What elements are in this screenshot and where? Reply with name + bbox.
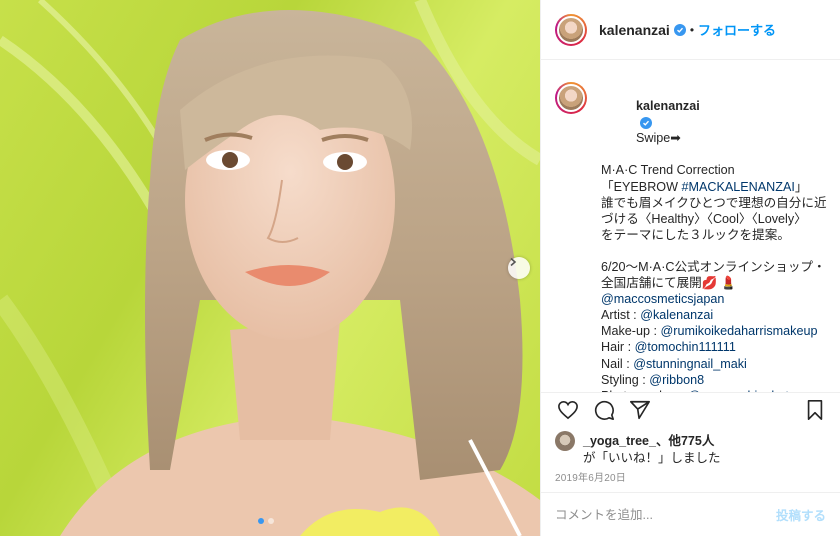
action-bar [541, 392, 840, 432]
verified-badge-icon [673, 23, 686, 36]
caption-section: kalenanzai Swipe➡ M·A·C Trend Correction… [541, 60, 840, 392]
carousel-next-button[interactable] [508, 257, 530, 279]
hashtag-link[interactable]: #MACKALENANZAI [681, 180, 794, 194]
caption-line: Styling : @ribbon8 [601, 372, 828, 388]
likes-count[interactable]: 、他775人 [656, 434, 714, 448]
save-button[interactable] [800, 398, 830, 428]
post-header: kalenanzai • フォローする [541, 0, 840, 60]
post-date[interactable]: 2019年6月20日 [555, 469, 626, 484]
comment-button[interactable] [589, 398, 619, 428]
mention-link[interactable]: @ribbon8 [649, 373, 704, 387]
caption-line: Artist : @kalenanzai [601, 307, 828, 323]
caption-line: Nail : @stunningnail_maki [601, 356, 828, 372]
post-details-panel: kalenanzai • フォローする kalenanzai Swipe➡ M·… [540, 0, 840, 536]
comment-bar: 投稿する [541, 492, 840, 536]
caption-username[interactable]: kalenanzai [636, 99, 700, 113]
separator-dot: • [689, 22, 695, 37]
mention-link[interactable]: @kalenanzai [640, 308, 713, 322]
caption-line: Make-up : @rumikoikedaharrismakeup [601, 323, 828, 339]
caption-line: 全国店舗にて展開💋 💄 [601, 276, 737, 291]
caption-line: 「EYEBROW #MACKALENANZAI」 [601, 179, 828, 195]
portrait-illustration [0, 0, 540, 536]
caption-line: をテーマにした３ルックを提案。 [601, 227, 790, 242]
carousel-dot [258, 518, 264, 524]
caption-lines: M·A·C Trend Correction 「EYEBROW #MACKALEN… [601, 162, 828, 392]
author-avatar[interactable] [555, 13, 587, 46]
caption-text-part: Styling : [601, 372, 650, 387]
heart-icon [557, 400, 579, 425]
share-button[interactable] [625, 398, 655, 428]
liker-avatar[interactable] [555, 431, 575, 451]
caption-text-part: 」 [794, 179, 808, 194]
caption-line: @maccosmeticsjapan [601, 291, 828, 307]
likes-suffix: が「いいね！」しました [583, 451, 721, 465]
post-comment-button[interactable]: 投稿する [776, 505, 826, 524]
post-photo[interactable] [0, 0, 540, 536]
caption-text-part: 「EYEBROW [601, 179, 682, 194]
caption-line: Hair : @tomochin111111 [601, 339, 828, 355]
mention-link[interactable]: @tomochin111111 [635, 340, 736, 354]
caption-line: 6/20〜M·A·C公式オンラインショップ・ [601, 259, 826, 274]
caption-author-avatar[interactable] [555, 82, 587, 114]
carousel-indicator [258, 518, 274, 524]
caption-line: M·A·C Trend Correction [601, 163, 735, 178]
caption-text-part: Make-up : [601, 324, 661, 339]
liker-username[interactable]: _yoga_tree_ [583, 434, 656, 448]
caption-line: づける〈Healthy〉〈Cool〉〈Lovely〉 [601, 211, 807, 226]
verified-badge-icon [640, 117, 652, 130]
caption-text-part: Hair : [601, 340, 635, 355]
caption-first-line: Swipe➡ [636, 131, 681, 146]
caption-text-part: Artist : [601, 308, 641, 323]
caption-line: 誰でも眉メイクひとつで理想の自分に近 [601, 195, 827, 210]
mention-link[interactable]: @maccosmeticsjapan [601, 292, 724, 306]
comment-icon [593, 399, 615, 426]
caption-text: kalenanzai Swipe➡ M·A·C Trend Correction… [601, 82, 828, 392]
follow-button[interactable]: フォローする [698, 20, 776, 39]
bookmark-icon [805, 399, 825, 426]
carousel-dot [268, 518, 274, 524]
mention-link[interactable]: @stunningnail_maki [633, 357, 747, 371]
caption-text-part: Nail : [601, 356, 634, 371]
share-icon [629, 399, 651, 426]
mention-link[interactable]: @rumikoikedaharrismakeup [661, 324, 818, 338]
like-button[interactable] [553, 398, 583, 428]
comment-input[interactable] [555, 507, 776, 522]
author-username[interactable]: kalenanzai [599, 22, 670, 38]
